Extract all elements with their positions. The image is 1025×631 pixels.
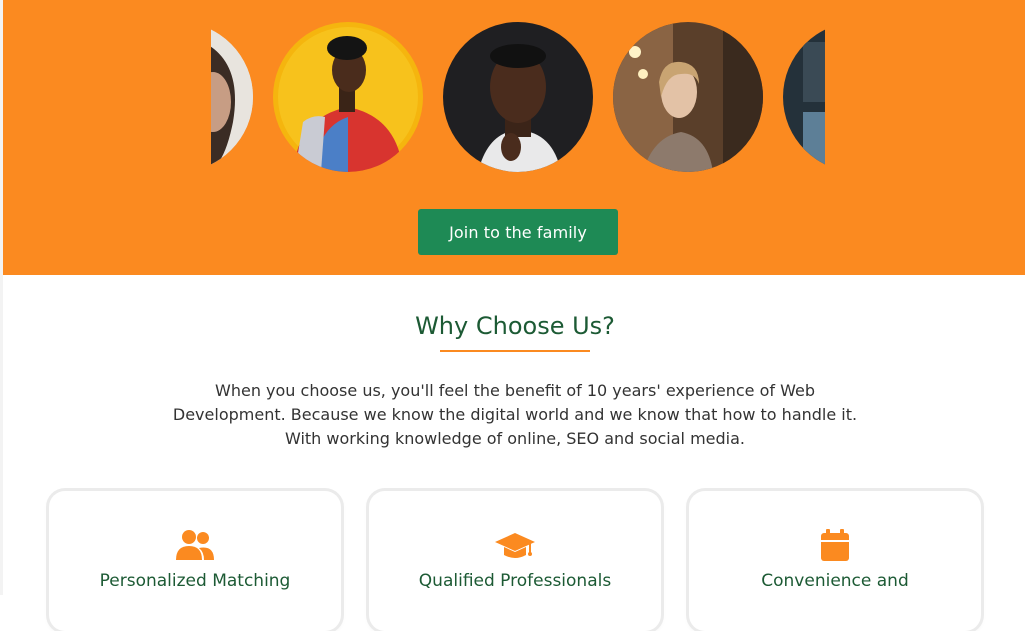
feature-card-title: Personalized Matching bbox=[99, 571, 291, 591]
portrait-carousel[interactable] bbox=[211, 22, 825, 172]
graduation-cap-icon bbox=[495, 529, 535, 561]
portrait-avatar bbox=[783, 22, 825, 172]
section-intro: When you choose us, you'll feel the bene… bbox=[172, 381, 858, 448]
feature-card[interactable]: Convenience and bbox=[689, 491, 981, 631]
portrait-avatar bbox=[613, 22, 763, 172]
portrait-avatar bbox=[273, 22, 423, 172]
users-icon bbox=[175, 529, 215, 561]
section-title: Why Choose Us? bbox=[415, 312, 615, 340]
portrait-avatar bbox=[211, 22, 253, 172]
feature-card-title: Convenience and bbox=[761, 571, 909, 591]
feature-card[interactable]: Qualified Professionals bbox=[369, 491, 661, 631]
feature-card[interactable]: Personalized Matching bbox=[49, 491, 341, 631]
title-underline bbox=[440, 350, 590, 352]
feature-card-title: Qualified Professionals bbox=[418, 571, 612, 591]
calendar-icon bbox=[815, 529, 855, 561]
portrait-avatar bbox=[443, 22, 593, 172]
join-family-button[interactable]: Join to the family bbox=[418, 209, 618, 255]
hero-banner: Join to the family bbox=[3, 0, 1025, 275]
